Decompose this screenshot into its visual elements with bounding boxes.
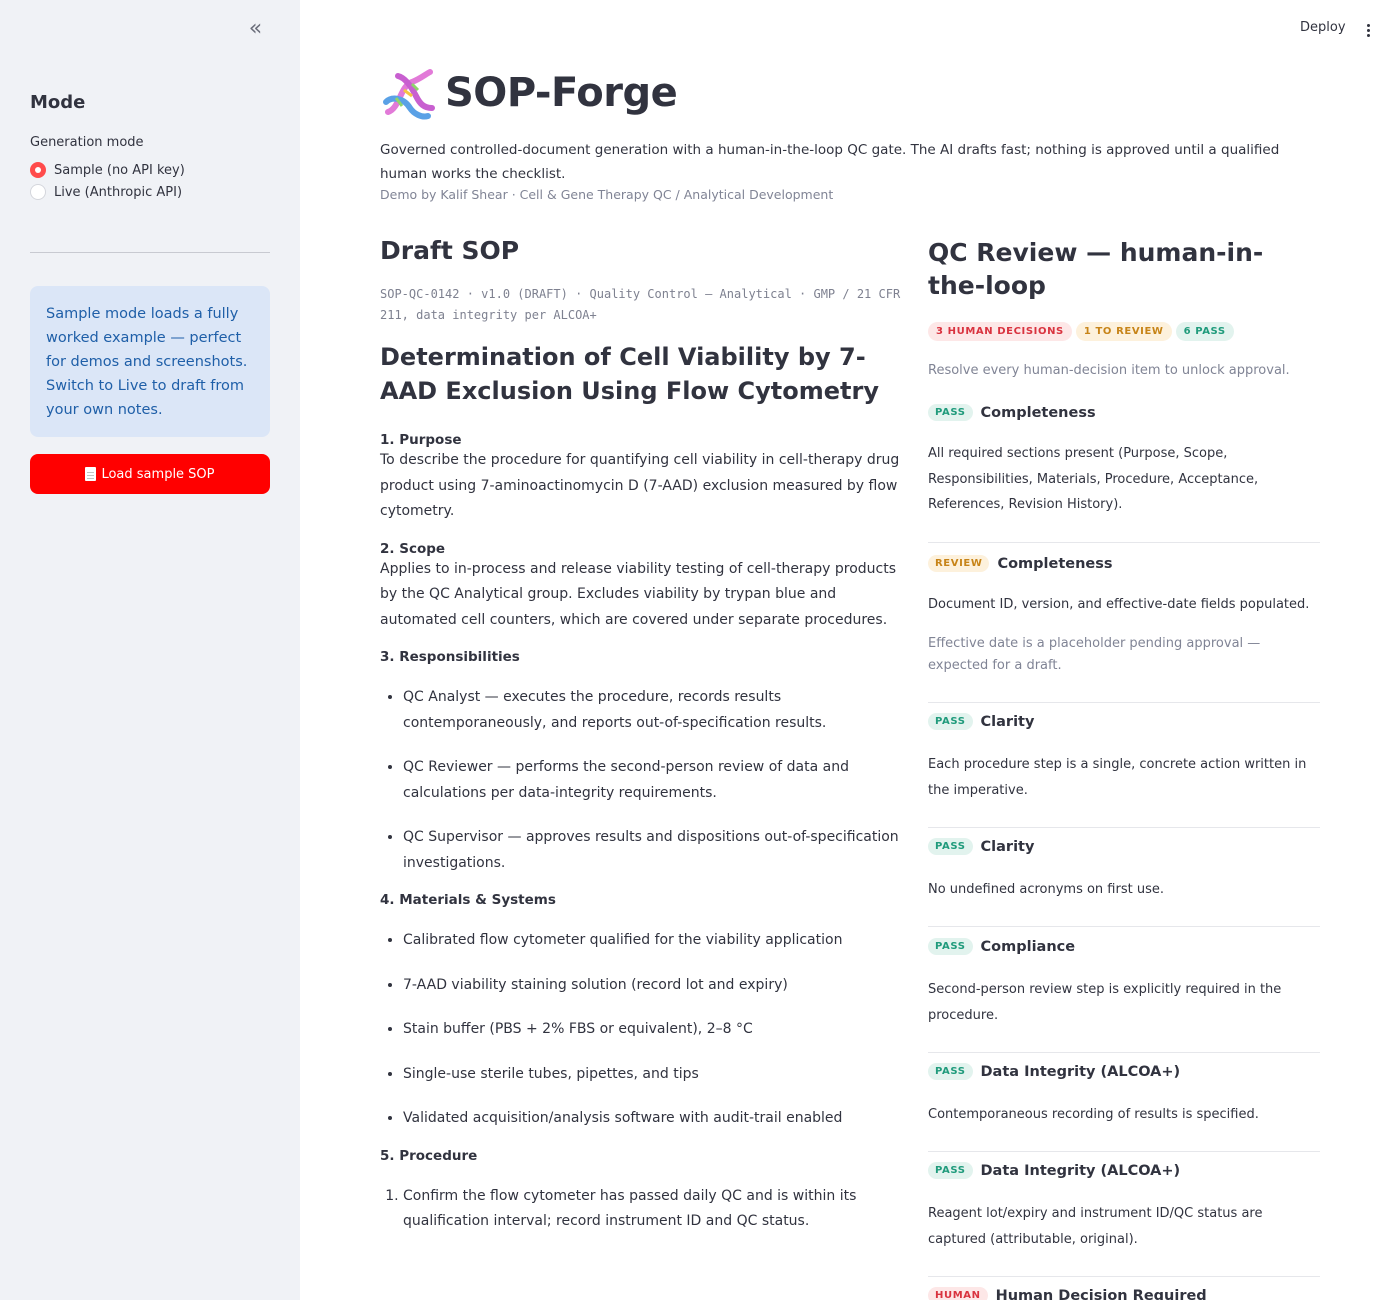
app-byline: Demo by Kalif Shear · Cell & Gene Therap… bbox=[380, 187, 834, 202]
document-icon bbox=[85, 467, 97, 481]
scope-text: Applies to in-process and release viabil… bbox=[380, 560, 897, 628]
check-category: Completeness bbox=[997, 555, 1113, 572]
check-category: Compliance bbox=[980, 938, 1076, 955]
app-title: SOP-Forge bbox=[445, 70, 678, 116]
materials-heading: 4. Materials & Systems bbox=[380, 892, 556, 908]
status-badge: PASS bbox=[928, 938, 973, 955]
dna-icon bbox=[383, 69, 435, 120]
check-text: All required sections present (Purpose, … bbox=[928, 446, 1259, 512]
list-item: QC Supervisor — approves results and dis… bbox=[403, 825, 910, 876]
resolve-note: Resolve every human-decision item to unl… bbox=[928, 363, 1290, 378]
check-text: Second-person review step is explicitly … bbox=[928, 982, 1282, 1023]
app-subtitle: Governed controlled-document generation … bbox=[380, 142, 1280, 182]
to-review-pill: 1 TO REVIEW bbox=[1075, 322, 1172, 341]
status-badge: PASS bbox=[928, 713, 973, 730]
sidebar-title: Mode bbox=[30, 92, 86, 113]
procedure-list: Confirm the flow cytometer has passed da… bbox=[380, 1184, 910, 1235]
status-badge: PASS bbox=[928, 1162, 973, 1179]
responsibilities-heading: 3. Responsibilities bbox=[380, 649, 520, 665]
kebab-menu-icon[interactable] bbox=[1360, 20, 1376, 40]
check-category: Completeness bbox=[980, 404, 1096, 421]
qc-check-item: PASS Clarity No undefined acronyms on fi… bbox=[928, 828, 1320, 927]
qc-review-heading: QC Review — human-in-the-loop bbox=[928, 238, 1264, 300]
list-item: Stain buffer (PBS + 2% FBS or equivalent… bbox=[403, 1017, 910, 1043]
qc-check-item: REVIEW Completeness Document ID, version… bbox=[928, 543, 1320, 703]
generation-mode-label: Generation mode bbox=[30, 135, 144, 150]
qc-check-item: HUMAN Human Decision Required bbox=[928, 1277, 1320, 1300]
sidebar-divider bbox=[30, 252, 270, 253]
check-category: Clarity bbox=[980, 838, 1035, 855]
status-badge: HUMAN bbox=[928, 1287, 988, 1300]
draft-sop-panel: Draft SOP SOP-QC-0142 · v1.0 (DRAFT) · Q… bbox=[380, 236, 910, 1235]
check-text: Reagent lot/expiry and instrument ID/QC … bbox=[928, 1206, 1263, 1247]
radio-label-live: Live (Anthropic API) bbox=[54, 184, 183, 200]
load-sample-label: Load sample SOP bbox=[101, 466, 215, 482]
purpose-text: To describe the procedure for quantifyin… bbox=[380, 452, 900, 519]
qc-summary: 3 HUMAN DECISIONS 1 TO REVIEW 6 PASS bbox=[928, 322, 1234, 341]
materials-list: Calibrated flow cytometer qualified for … bbox=[380, 928, 910, 1132]
procedure-heading: 5. Procedure bbox=[380, 1147, 478, 1164]
check-text: Each procedure step is a single, concret… bbox=[928, 757, 1307, 798]
qc-check-item: PASS Clarity Each procedure step is a si… bbox=[928, 703, 1320, 828]
responsibilities-list: QC Analyst — executes the procedure, rec… bbox=[380, 685, 910, 876]
check-category: Human Decision Required bbox=[995, 1287, 1207, 1300]
scope-heading: 2. Scope bbox=[380, 540, 446, 557]
pass-pill: 6 PASS bbox=[1175, 322, 1234, 341]
qc-check-item: PASS Data Integrity (ALCOA+) Reagent lot… bbox=[928, 1152, 1320, 1277]
radio-unselected-icon bbox=[30, 184, 46, 200]
draft-sop-heading: Draft SOP bbox=[380, 236, 520, 265]
load-sample-sop-button[interactable]: Load sample SOP bbox=[30, 454, 270, 494]
human-decisions-pill: 3 HUMAN DECISIONS bbox=[928, 322, 1072, 341]
sop-title: Determination of Cell Viability by 7-AAD… bbox=[380, 343, 879, 405]
check-category: Data Integrity (ALCOA+) bbox=[980, 1162, 1181, 1179]
sidebar: « Mode Generation mode Sample (no API ke… bbox=[0, 0, 300, 1300]
check-text: No undefined acronyms on first use. bbox=[928, 882, 1164, 897]
status-badge: PASS bbox=[928, 404, 973, 421]
document-meta: SOP-QC-0142 · v1.0 (DRAFT) · Quality Con… bbox=[380, 287, 901, 322]
sample-mode-info: Sample mode loads a fully worked example… bbox=[30, 286, 270, 437]
radio-sample-mode[interactable]: Sample (no API key) bbox=[30, 162, 185, 178]
status-badge: REVIEW bbox=[928, 555, 990, 572]
list-item: QC Analyst — executes the procedure, rec… bbox=[403, 685, 910, 736]
status-badge: PASS bbox=[928, 838, 973, 855]
deploy-button[interactable]: Deploy bbox=[1300, 20, 1346, 35]
list-item: 7-AAD viability staining solution (recor… bbox=[403, 973, 910, 999]
qc-check-item: PASS Data Integrity (ALCOA+) Contemporan… bbox=[928, 1053, 1320, 1152]
check-note: Effective date is a placeholder pending … bbox=[928, 636, 1261, 673]
check-text: Document ID, version, and effective-date… bbox=[928, 597, 1310, 612]
list-item: Validated acquisition/analysis software … bbox=[403, 1106, 910, 1132]
chevrons-left-icon[interactable]: « bbox=[240, 18, 268, 42]
qc-check-item: PASS Compliance Second-person review ste… bbox=[928, 927, 1320, 1053]
list-item: Confirm the flow cytometer has passed da… bbox=[403, 1184, 910, 1235]
check-category: Data Integrity (ALCOA+) bbox=[980, 1063, 1181, 1080]
list-item: Calibrated flow cytometer qualified for … bbox=[403, 928, 910, 954]
radio-selected-icon bbox=[30, 162, 46, 178]
purpose-heading: 1. Purpose bbox=[380, 432, 462, 448]
check-category: Clarity bbox=[980, 713, 1035, 730]
radio-label-sample: Sample (no API key) bbox=[54, 162, 185, 178]
list-item: QC Reviewer — performs the second-person… bbox=[403, 755, 910, 806]
status-badge: PASS bbox=[928, 1063, 973, 1080]
radio-live-mode[interactable]: Live (Anthropic API) bbox=[30, 184, 182, 200]
qc-check-item: PASS Completeness All required sections … bbox=[928, 398, 1320, 543]
check-text: Contemporaneous recording of results is … bbox=[928, 1107, 1259, 1122]
qc-review-panel: QC Review — human-in-the-loop 3 HUMAN DE… bbox=[928, 236, 1320, 1300]
list-item: Single-use sterile tubes, pipettes, and … bbox=[403, 1062, 910, 1088]
